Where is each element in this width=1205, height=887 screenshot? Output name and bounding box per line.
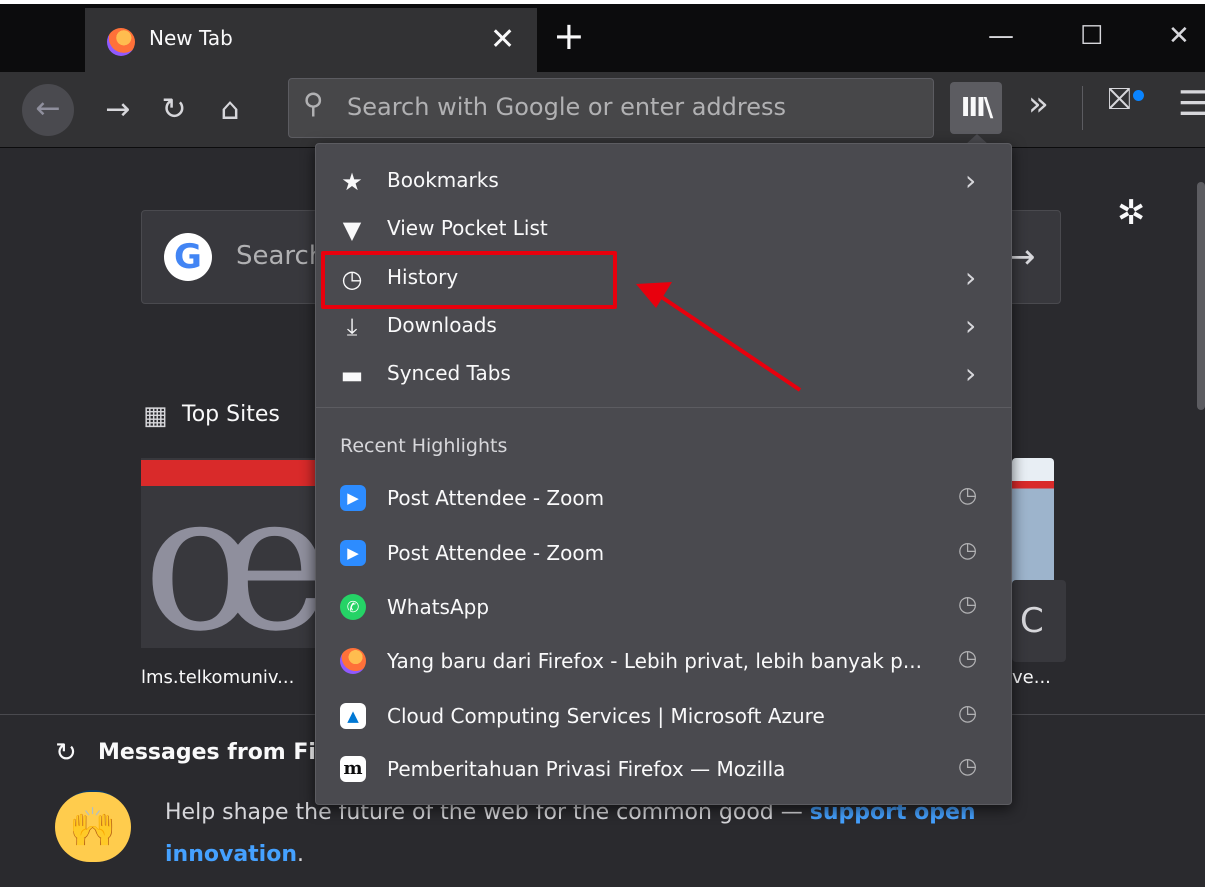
back-button[interactable]: ← (22, 84, 74, 136)
zoom-icon: ▶ (340, 485, 366, 511)
maximize-button[interactable]: ☐ (1080, 16, 1103, 56)
tab-title: New Tab (149, 26, 233, 50)
highlight-title: Post Attendee - Zoom (387, 486, 605, 510)
reload-button[interactable]: ↻ (152, 82, 196, 138)
search-input-text: Search (236, 241, 326, 271)
clock-icon: ◷ (958, 754, 978, 779)
chevron-right-icon: › (965, 261, 977, 294)
menu-item-downloads[interactable]: ⤓ Downloads › (318, 303, 1008, 349)
url-placeholder: Search with Google or enter address (347, 93, 787, 121)
menu-item-bookmarks[interactable]: ★ Bookmarks › (318, 158, 1008, 204)
clock-icon: ◷ (958, 592, 978, 617)
laptop-icon: ▬ (340, 361, 364, 389)
menu-separator (316, 407, 1011, 408)
top-site-tile-lms[interactable]: œ (141, 458, 321, 648)
annotation-highlight-box (321, 251, 617, 309)
highlight-item[interactable]: m Pemberitahuan Privasi Firefox — Mozill… (318, 745, 1008, 795)
minimize-button[interactable]: — (988, 16, 1014, 56)
home-button[interactable]: ⌂ (208, 82, 252, 138)
clock-icon: ◷ (958, 646, 978, 671)
highlight-item[interactable]: ● Yang baru dari Firefox - Lebih privat,… (318, 637, 1008, 687)
firefox-logo-icon (107, 28, 135, 56)
raised-hands-icon: 🙌 (55, 792, 131, 862)
menu-item-pocket[interactable]: ▼ View Pocket List (318, 206, 1008, 252)
top-sites-grid-icon: ▦ (143, 401, 168, 431)
highlight-item[interactable]: ▶ Post Attendee - Zoom ◷ (318, 529, 1008, 579)
menu-item-label: Bookmarks (387, 168, 499, 192)
whatsapp-icon: ✆ (340, 594, 366, 620)
firefox-messages-icon: ↻ (55, 738, 77, 768)
clock-icon: ◷ (958, 701, 978, 726)
top-sites-heading: Top Sites (182, 402, 280, 427)
lms-logo-icon: œ (143, 458, 321, 649)
recent-highlights-heading: Recent Highlights (340, 435, 508, 457)
message-text-line2: innovation. (165, 842, 304, 867)
hamburger-menu-icon[interactable]: ☰ (1178, 84, 1205, 124)
chevron-right-icon: › (965, 357, 977, 390)
overflow-chevron-icon[interactable]: » (1028, 84, 1049, 124)
scrollbar-thumb[interactable] (1197, 182, 1205, 410)
clock-icon: ◷ (958, 483, 978, 508)
menu-item-label: Synced Tabs (387, 361, 511, 385)
chevron-right-icon: › (965, 164, 977, 197)
download-icon: ⤓ (346, 313, 358, 341)
highlight-item[interactable]: ▲ Cloud Computing Services | Microsoft A… (318, 692, 1008, 742)
star-icon: ★ (341, 168, 363, 196)
highlight-title: WhatsApp (387, 595, 490, 619)
library-button[interactable]: III\ (950, 82, 1002, 134)
highlight-item[interactable]: ▶ Post Attendee - Zoom ◷ (318, 474, 1008, 524)
window-close-button[interactable]: ✕ (1168, 16, 1190, 56)
chevron-right-icon: › (965, 309, 977, 342)
highlight-title: Yang baru dari Firefox - Lebih privat, l… (387, 649, 922, 673)
messages-heading: Messages from Fi (98, 740, 316, 765)
top-site-label[interactable]: ve... (1012, 667, 1051, 688)
notification-dot (1133, 90, 1144, 101)
new-tab-button[interactable]: + (553, 16, 585, 56)
pocket-icon: ▼ (342, 216, 362, 244)
gear-icon[interactable]: ✲ (1117, 193, 1146, 233)
tab-new-tab[interactable]: New Tab ✕ (85, 8, 537, 76)
menu-item-synced-tabs[interactable]: ▬ Synced Tabs › (318, 351, 1008, 397)
mozilla-icon: m (340, 756, 366, 782)
google-logo-icon: G (164, 233, 212, 281)
toolbar-separator (1082, 86, 1083, 130)
menu-item-label: View Pocket List (387, 216, 548, 240)
innovation-link[interactable]: innovation (165, 842, 297, 867)
menu-item-label: Downloads (387, 313, 497, 337)
highlight-title: Post Attendee - Zoom (387, 541, 605, 565)
message-end: . (297, 842, 304, 867)
tab-close-icon[interactable]: ✕ (490, 20, 515, 60)
azure-icon: ▲ (340, 703, 366, 729)
zoom-icon: ▶ (340, 540, 366, 566)
highlight-title: Cloud Computing Services | Microsoft Azu… (387, 704, 825, 728)
top-site-tile-letter[interactable]: C (1012, 580, 1066, 662)
highlight-item[interactable]: ✆ WhatsApp ◷ (318, 583, 1008, 633)
clock-icon: ◷ (958, 538, 978, 563)
firefox-logo-icon: ● (340, 648, 366, 674)
gift-icon[interactable]: ⛝ (1108, 82, 1131, 117)
url-bar[interactable]: ⚲ Search with Google or enter address (288, 78, 934, 138)
tab-strip: New Tab ✕ + — ☐ ✕ (0, 0, 1205, 76)
search-icon: ⚲ (303, 87, 324, 120)
highlight-title: Pemberitahuan Privasi Firefox — Mozilla (387, 757, 786, 781)
forward-button[interactable]: → (96, 82, 140, 138)
top-site-label[interactable]: lms.telkomuniv... (141, 667, 294, 688)
